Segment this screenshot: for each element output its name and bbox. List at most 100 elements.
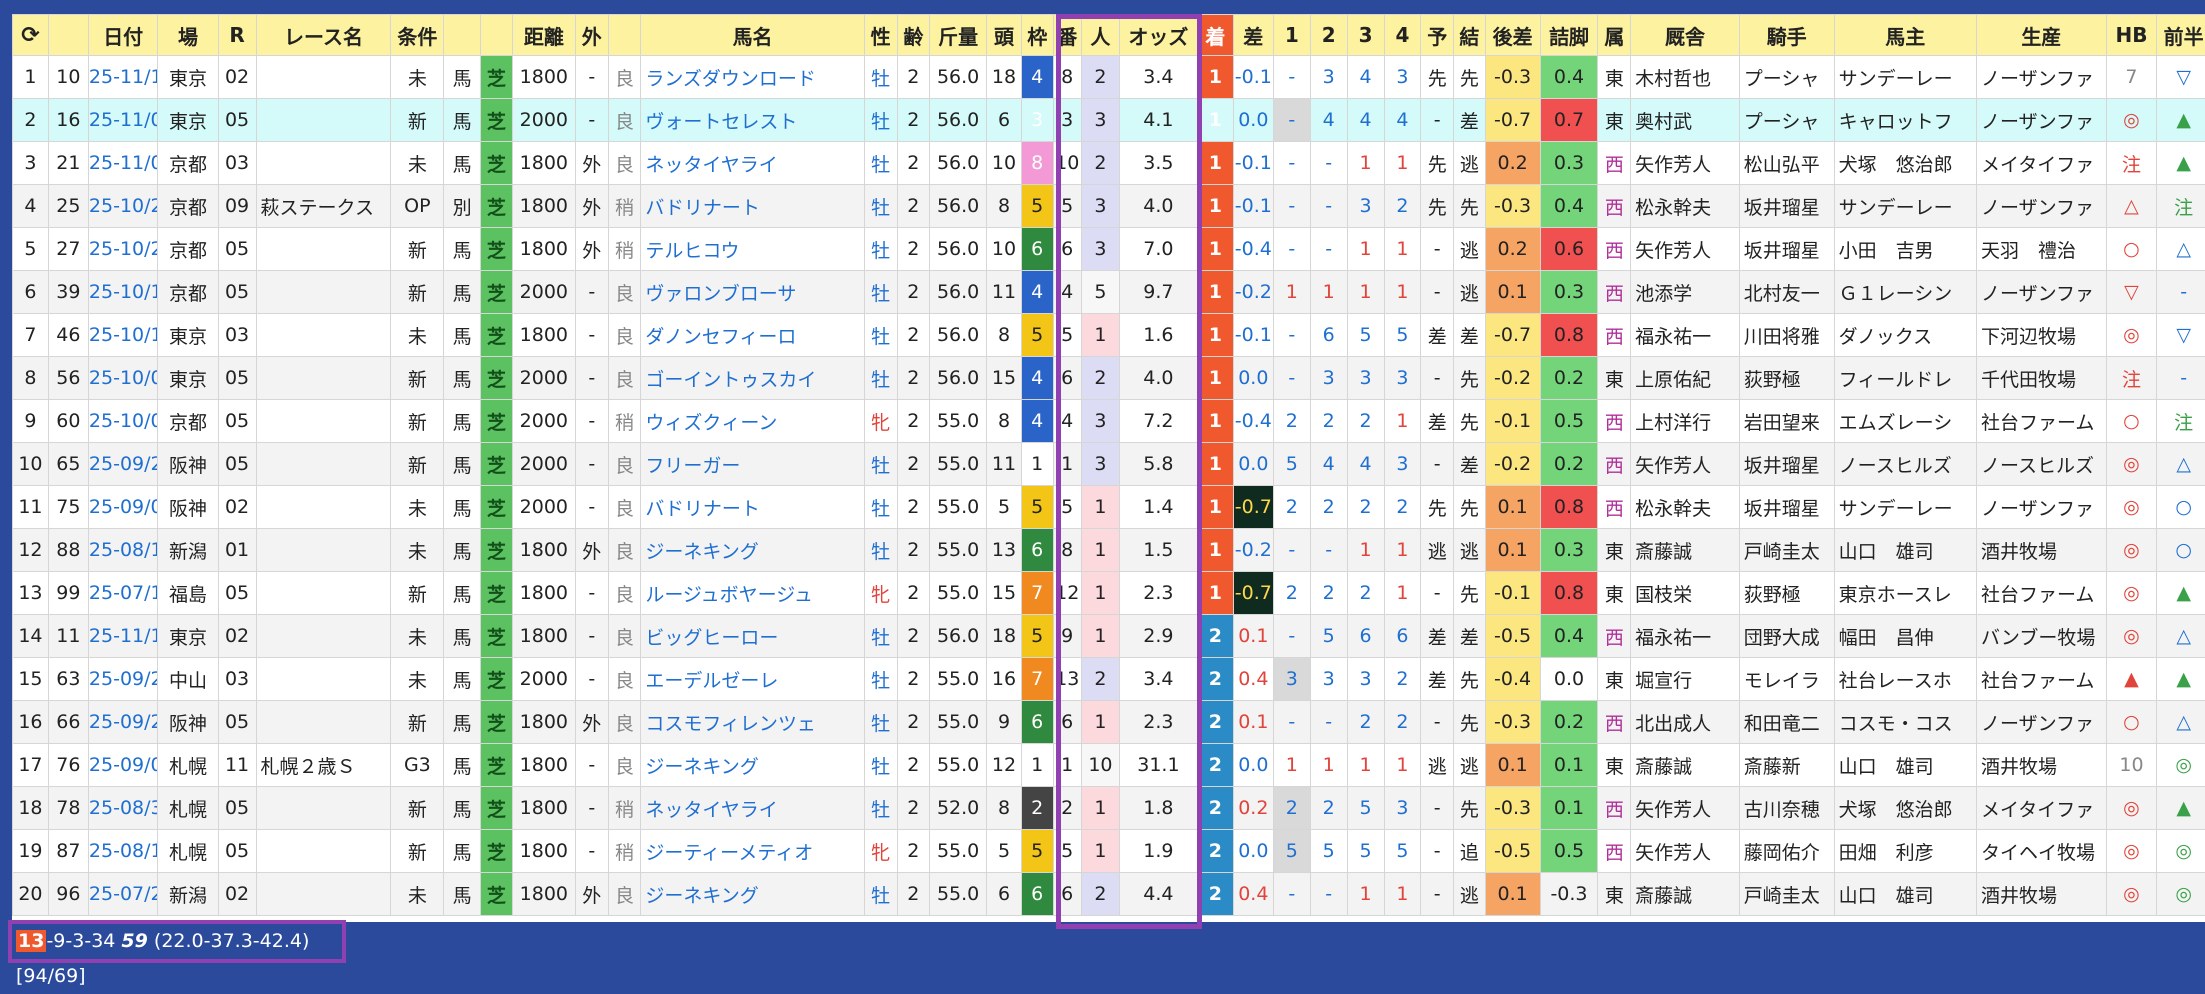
col-going[interactable] xyxy=(608,15,641,56)
table-row[interactable]: 198725-08/17札幌05新馬芝1800-稍ジーティーメティオ牝255.0… xyxy=(13,830,2205,873)
horse-name-link[interactable]: ダノンセフィーロ xyxy=(641,314,865,357)
going: 良 xyxy=(608,658,641,701)
col-jockey[interactable]: 騎手 xyxy=(1739,15,1834,56)
horse-name-link[interactable]: テルヒコウ xyxy=(641,228,865,271)
horse-name-link[interactable]: フリーガー xyxy=(641,443,865,486)
refresh-icon[interactable]: ⟳ xyxy=(13,15,49,56)
table-row[interactable]: 63925-10/19京都05新馬芝2000-良ヴァロンブローサ牡256.011… xyxy=(13,271,2205,314)
horse-name-link[interactable]: ウィズクィーン xyxy=(641,400,865,443)
date-link[interactable]: 25-09/06 xyxy=(88,486,158,529)
date-link[interactable]: 25-09/28 xyxy=(88,658,158,701)
horse-name-link[interactable]: ジーネキング xyxy=(641,744,865,787)
col-c2[interactable]: 2 xyxy=(1310,15,1347,56)
table-row[interactable]: 209625-07/27新潟02未馬芝1800外良ジーネキング牡255.0666… xyxy=(13,873,2205,916)
table-row[interactable]: 128825-08/16新潟01未馬芝1800外良ジーネキング牡255.0136… xyxy=(13,529,2205,572)
col-stable[interactable]: 厩舎 xyxy=(1631,15,1740,56)
table-row[interactable]: 156325-09/28中山03未馬芝2000-良エーデルゼーレ牡255.016… xyxy=(13,658,2205,701)
date-link[interactable]: 25-08/16 xyxy=(88,529,158,572)
table-row[interactable]: 96025-10/04京都05新馬芝2000-稍ウィズクィーン牝255.0844… xyxy=(13,400,2205,443)
table-row[interactable]: 141125-11/16東京02未馬芝1800-良ビッグヒーロー牡256.018… xyxy=(13,615,2205,658)
col-course[interactable]: 外 xyxy=(575,15,608,56)
table-row[interactable]: 21625-11/09東京05新馬芝2000-良ヴォートセレスト牡256.063… xyxy=(13,99,2205,142)
horse-name-link[interactable]: ゴーイントゥスカイ xyxy=(641,357,865,400)
horse-name-link[interactable]: ヴォートセレスト xyxy=(641,99,865,142)
col-yo[interactable]: 予 xyxy=(1421,15,1454,56)
table-row[interactable]: 117525-09/06阪神02未馬芝2000-良バドリナート牡255.0555… xyxy=(13,486,2205,529)
col-hb[interactable]: HB xyxy=(2106,15,2157,56)
horse-name-link[interactable]: ジーティーメティオ xyxy=(641,830,865,873)
table-row[interactable]: 32125-11/08京都03未馬芝1800外良ネッタイヤライ牡256.0108… xyxy=(13,142,2205,185)
table-row[interactable]: 106525-09/27阪神05新馬芝2000-良フリーガー牡255.01111… xyxy=(13,443,2205,486)
date-link[interactable]: 25-11/09 xyxy=(88,99,158,142)
table-row[interactable]: 52725-10/26京都05新馬芝1800外稍テルヒコウ牡256.010663… xyxy=(13,228,2205,271)
horse-name-link[interactable]: コスモフィレンツェ xyxy=(641,701,865,744)
horse-name-link[interactable]: ネッタイヤライ xyxy=(641,787,865,830)
col-venue[interactable]: 場 xyxy=(158,15,218,56)
col-weight[interactable]: 斤量 xyxy=(930,15,987,56)
horse-name-link[interactable]: ルージュボヤージュ xyxy=(641,572,865,615)
col-race[interactable]: R xyxy=(218,15,256,56)
date-link[interactable]: 25-10/19 xyxy=(88,271,158,314)
table-row[interactable]: 187825-08/31札幌05新馬芝1800-稍ネッタイヤライ牡252.082… xyxy=(13,787,2205,830)
horse-name-link[interactable]: エーデルゼーレ xyxy=(641,658,865,701)
col-c3[interactable]: 3 xyxy=(1347,15,1384,56)
date-link[interactable]: 25-09/06 xyxy=(88,744,158,787)
col-breeder[interactable]: 生産 xyxy=(1976,15,2106,56)
horse-name-link[interactable]: ジーネキング xyxy=(641,529,865,572)
date-link[interactable]: 25-10/04 xyxy=(88,400,158,443)
col-chaku[interactable]: 着 xyxy=(1197,15,1233,56)
col-ketsu[interactable]: 結 xyxy=(1454,15,1486,56)
horse-name-link[interactable]: ランズダウンロード xyxy=(641,56,865,99)
horse-name-link[interactable]: ネッタイヤライ xyxy=(641,142,865,185)
table-row[interactable]: 177625-09/06札幌11札幌２歳ＳG3馬芝1800-良ジーネキング牡25… xyxy=(13,744,2205,787)
table-row[interactable]: 74625-10/18東京03未馬芝1800-良ダノンセフィーロ牡256.085… xyxy=(13,314,2205,357)
date-link[interactable]: 25-11/08 xyxy=(88,142,158,185)
table-row[interactable]: 166625-09/21阪神05新馬芝1800外良コスモフィレンツェ牡255.0… xyxy=(13,701,2205,744)
col-id[interactable] xyxy=(48,15,88,56)
col-owner[interactable]: 馬主 xyxy=(1834,15,1976,56)
col-c4[interactable]: 4 xyxy=(1384,15,1421,56)
col-ban[interactable]: 番 xyxy=(1053,15,1081,56)
date-link[interactable]: 25-09/27 xyxy=(88,443,158,486)
col-tsume[interactable]: 詰脚 xyxy=(1540,15,1598,56)
col-zenhan[interactable]: 前半 xyxy=(2157,15,2205,56)
table-row[interactable]: 11025-11/16東京02未馬芝1800-良ランズダウンロード牡256.01… xyxy=(13,56,2205,99)
col-ninki[interactable]: 人 xyxy=(1081,15,1119,56)
date-link[interactable]: 25-07/27 xyxy=(88,873,158,916)
date-link[interactable]: 25-09/21 xyxy=(88,701,158,744)
col-distance[interactable]: 距離 xyxy=(512,15,575,56)
col-cond[interactable]: 条件 xyxy=(391,15,444,56)
date-link[interactable]: 25-11/16 xyxy=(88,56,158,99)
horse-name-link[interactable]: ヴァロンブローサ xyxy=(641,271,865,314)
horse-name-link[interactable]: バドリナート xyxy=(641,486,865,529)
date-link[interactable]: 25-08/31 xyxy=(88,787,158,830)
col-race-name[interactable]: レース名 xyxy=(256,15,391,56)
col-heads[interactable]: 頭 xyxy=(987,15,1022,56)
date-link[interactable]: 25-10/26 xyxy=(88,228,158,271)
age: 2 xyxy=(897,56,930,99)
horse-name-link[interactable]: ジーネキング xyxy=(641,873,865,916)
col-kosa[interactable]: 後差 xyxy=(1485,15,1540,56)
col-c1[interactable]: 1 xyxy=(1273,15,1310,56)
date-link[interactable]: 25-11/16 xyxy=(88,615,158,658)
col-odds[interactable]: オッズ xyxy=(1119,15,1197,56)
col-waku[interactable]: 枠 xyxy=(1021,15,1053,56)
col-date[interactable]: 日付 xyxy=(88,15,158,56)
date-link[interactable]: 25-07/13 xyxy=(88,572,158,615)
col-age[interactable]: 齢 xyxy=(897,15,930,56)
table-row[interactable]: 42525-10/26京都09萩ステークスOP別芝1800外稍バドリナート牡25… xyxy=(13,185,2205,228)
date-link[interactable]: 25-10/26 xyxy=(88,185,158,228)
horse-name-link[interactable]: ビッグヒーロー xyxy=(641,615,865,658)
col-sa[interactable]: 差 xyxy=(1233,15,1273,56)
date-link[interactable]: 25-10/18 xyxy=(88,314,158,357)
date-link[interactable]: 25-08/17 xyxy=(88,830,158,873)
col-surface[interactable] xyxy=(481,15,513,56)
col-horse[interactable]: 馬名 xyxy=(641,15,865,56)
horse-name-link[interactable]: バドリナート xyxy=(641,185,865,228)
col-sex[interactable]: 性 xyxy=(864,15,897,56)
col-zoku[interactable]: 属 xyxy=(1598,15,1631,56)
date-link[interactable]: 25-10/05 xyxy=(88,357,158,400)
table-row[interactable]: 139925-07/13福島05新馬芝1800-良ルージュボヤージュ牝255.0… xyxy=(13,572,2205,615)
table-row[interactable]: 85625-10/05東京05新馬芝2000-良ゴーイントゥスカイ牡256.01… xyxy=(13,357,2205,400)
col-class[interactable] xyxy=(444,15,481,56)
